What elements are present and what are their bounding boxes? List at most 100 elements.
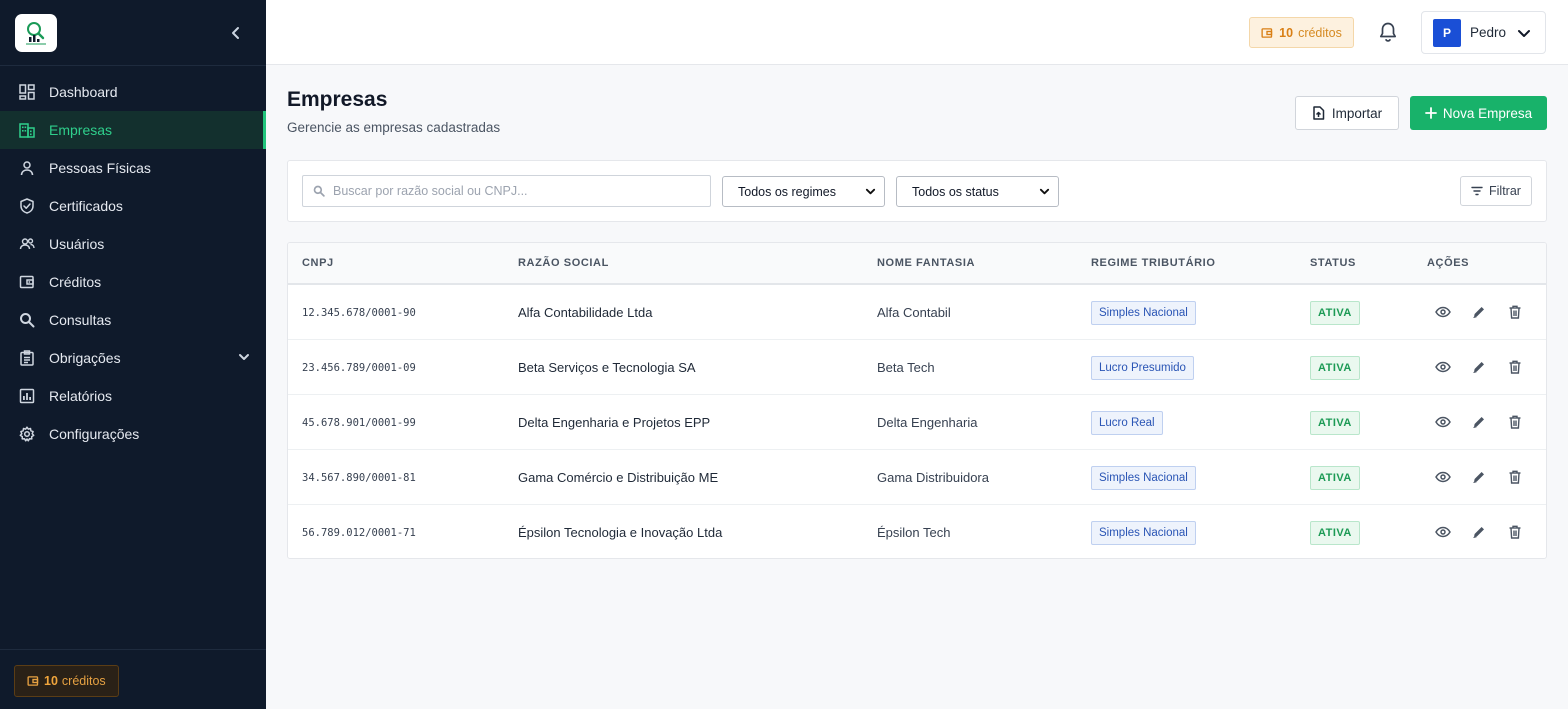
nome-fantasia-cell: Delta Engenharia (877, 415, 978, 430)
pencil-icon (1473, 417, 1484, 428)
search-box[interactable] (302, 175, 711, 207)
eye-icon (1435, 526, 1451, 538)
razao-social-cell: Épsilon Tecnologia e Inovação Ltda (518, 525, 723, 540)
view-button[interactable] (1433, 302, 1453, 322)
chevron-down-icon[interactable] (238, 350, 250, 366)
sidebar-item-dashboard[interactable]: Dashboard (0, 73, 266, 111)
sidebar-item-consultas[interactable]: Consultas (0, 301, 266, 339)
view-button[interactable] (1433, 357, 1453, 377)
table-row[interactable]: 34.567.890/0001-81 Gama Comércio e Distr… (288, 450, 1546, 505)
sidebar-item-creditos[interactable]: Créditos (0, 263, 266, 301)
column-header-nome-fantasia[interactable]: NOME FANTASIA (877, 257, 975, 269)
page-subtitle: Gerencie as empresas cadastradas (287, 120, 501, 135)
collapse-sidebar-button[interactable] (224, 21, 248, 45)
chevron-down-icon (1517, 26, 1531, 45)
person-icon (18, 159, 36, 177)
column-header-cnpj[interactable]: CNPJ (302, 257, 334, 269)
regime-select[interactable]: Todos os regimes (722, 176, 885, 207)
sidebar-item-label: Obrigações (49, 350, 121, 366)
delete-button[interactable] (1505, 467, 1525, 487)
filter-button[interactable]: Filtrar (1460, 176, 1532, 206)
topbar-credits-value: 10 (1279, 25, 1294, 40)
chevron-down-icon (865, 186, 876, 200)
status-badge: ATIVA (1310, 300, 1360, 325)
edit-button[interactable] (1469, 467, 1489, 487)
regime-badge: Lucro Real (1091, 410, 1163, 435)
pencil-icon (1473, 362, 1484, 373)
sidebar-item-label: Configurações (49, 426, 140, 442)
regime-badge: Lucro Presumido (1091, 355, 1194, 380)
chevron-down-icon (1039, 186, 1050, 200)
column-header-status[interactable]: STATUS (1310, 257, 1356, 269)
search-input[interactable] (333, 184, 693, 198)
trash-icon (1509, 305, 1521, 319)
sidebar-item-label: Créditos (49, 274, 102, 290)
edit-button[interactable] (1469, 302, 1489, 322)
topbar-credits-badge[interactable]: 10 créditos (1249, 17, 1354, 48)
app-logo[interactable] (15, 14, 57, 52)
sidebar-credits-badge[interactable]: 10 créditos (14, 665, 119, 697)
filter-button-label: Filtrar (1489, 184, 1521, 198)
edit-button[interactable] (1469, 357, 1489, 377)
status-select[interactable]: Todos os status (896, 176, 1059, 207)
pencil-icon (1473, 527, 1484, 538)
sidebar-item-label: Empresas (49, 122, 113, 138)
sidebar-item-usuarios[interactable]: Usuários (0, 225, 266, 263)
import-button[interactable]: Importar (1295, 96, 1399, 130)
view-button[interactable] (1433, 412, 1453, 432)
sidebar: Dashboard Empresas Pessoas Físicas Certi… (0, 0, 266, 709)
sidebar-item-certificados[interactable]: Certificados (0, 187, 266, 225)
eye-icon (1435, 416, 1451, 428)
chevron-left-icon (232, 27, 239, 39)
view-button[interactable] (1433, 467, 1453, 487)
user-menu[interactable]: P Pedro (1421, 11, 1546, 54)
table-row[interactable]: 12.345.678/0001-90 Alfa Contabilidade Lt… (288, 285, 1546, 340)
edit-button[interactable] (1469, 522, 1489, 542)
status-cell: ATIVA (1310, 285, 1360, 340)
sidebar-item-configuracoes[interactable]: Configurações (0, 415, 266, 453)
cnpj-cell: 12.345.678/0001-90 (302, 306, 416, 319)
razao-social-cell: Beta Serviços e Tecnologia SA (518, 360, 696, 375)
column-header-regime[interactable]: REGIME TRIBUTÁRIO (1091, 257, 1215, 269)
new-company-button-label: Nova Empresa (1442, 105, 1533, 121)
regime-cell: Simples Nacional (1091, 505, 1196, 558)
sidebar-credits-label: créditos (61, 674, 106, 688)
cnpj-cell: 34.567.890/0001-81 (302, 471, 416, 484)
column-header-razao-social[interactable]: RAZÃO SOCIAL (518, 257, 609, 269)
razao-social-cell: Alfa Contabilidade Ltda (518, 305, 653, 320)
delete-button[interactable] (1505, 412, 1525, 432)
sidebar-item-obrigacoes[interactable]: Obrigações (0, 339, 266, 377)
table-row[interactable]: 23.456.789/0001-09 Beta Serviços e Tecno… (288, 340, 1546, 395)
nome-fantasia-cell: Beta Tech (877, 360, 935, 375)
status-badge: ATIVA (1310, 410, 1360, 435)
regime-cell: Lucro Presumido (1091, 340, 1194, 395)
new-company-button[interactable]: Nova Empresa (1410, 96, 1547, 130)
notifications-button[interactable] (1375, 19, 1401, 45)
status-select-value: Todos os status (912, 184, 999, 199)
dashboard-icon (18, 83, 36, 101)
sidebar-item-empresas[interactable]: Empresas (0, 111, 266, 149)
sidebar-credits-value: 10 (44, 674, 58, 688)
logo-icon (26, 22, 46, 45)
regime-cell: Simples Nacional (1091, 285, 1196, 340)
view-button[interactable] (1433, 522, 1453, 542)
edit-button[interactable] (1469, 412, 1489, 432)
topbar: 10 créditos P Pedro (266, 0, 1568, 65)
sidebar-item-pessoas-fisicas[interactable]: Pessoas Físicas (0, 149, 266, 187)
sidebar-footer: 10 créditos (0, 649, 266, 709)
pencil-icon (1473, 472, 1484, 483)
delete-button[interactable] (1505, 302, 1525, 322)
nome-fantasia-cell: Gama Distribuidora (877, 470, 989, 485)
sidebar-item-label: Relatórios (49, 388, 113, 404)
page-title: Empresas (287, 88, 388, 111)
sidebar-item-label: Pessoas Físicas (49, 160, 151, 176)
sidebar-item-relatorios[interactable]: Relatórios (0, 377, 266, 415)
eye-icon (1435, 471, 1451, 483)
trash-icon (1509, 415, 1521, 429)
wallet-icon (18, 273, 36, 291)
search-icon (18, 311, 36, 329)
table-row[interactable]: 56.789.012/0001-71 Épsilon Tecnologia e … (288, 505, 1546, 558)
delete-button[interactable] (1505, 522, 1525, 542)
table-row[interactable]: 45.678.901/0001-99 Delta Engenharia e Pr… (288, 395, 1546, 450)
delete-button[interactable] (1505, 357, 1525, 377)
